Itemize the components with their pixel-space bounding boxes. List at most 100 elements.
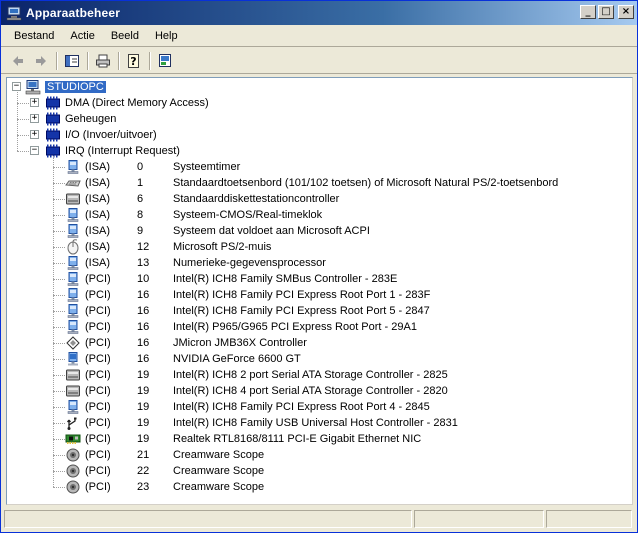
tree-connector <box>53 156 54 487</box>
tree-connector <box>53 327 65 328</box>
irq-number: 22 <box>137 465 150 477</box>
console-tree-icon <box>65 54 79 67</box>
irq-number: 19 <box>137 369 150 381</box>
expander-category[interactable]: − <box>30 146 39 155</box>
device-name: Creamware Scope <box>173 465 265 477</box>
irq-device-item[interactable]: (ISA) 9 Systeem dat voldoet aan Microsoft … <box>65 223 370 239</box>
irq-device-item[interactable]: (PCI) 16 Intel(R) P965/G965 PCI Express Ro… <box>65 319 417 335</box>
show-console-tree-button[interactable] <box>61 51 83 71</box>
irq-device-item[interactable]: (PCI) 16 JMicron JMB36X Controller <box>65 335 307 351</box>
system-device-icon <box>67 400 79 414</box>
tree-connector <box>53 423 65 424</box>
forward-button[interactable] <box>30 51 52 71</box>
resource-chip-icon <box>46 128 60 142</box>
device-name: Systeem dat voldoet aan Microsoft ACPI <box>173 225 370 237</box>
back-arrow-icon <box>13 55 23 66</box>
system-device-icon <box>67 304 79 318</box>
bus-type: (ISA) <box>85 225 111 237</box>
device-name: Intel(R) ICH8 Family USB Universal Host … <box>173 417 458 429</box>
category-label: IRQ (Interrupt Request) <box>65 145 180 157</box>
tree-connector <box>53 279 65 280</box>
menu-bar: Bestand Actie Beeld Help <box>1 25 637 47</box>
device-manager-app-icon <box>6 6 22 21</box>
bus-type: (PCI) <box>85 289 111 301</box>
usb-icon <box>66 417 77 430</box>
tree-connector <box>53 311 65 312</box>
category-label: DMA (Direct Memory Access) <box>65 97 209 109</box>
irq-number: 1 <box>137 177 144 189</box>
window-title: Apparaatbeheer <box>26 6 121 20</box>
tree-root-computer[interactable]: STUDIOPC <box>25 79 106 95</box>
irq-device-item[interactable]: (PCI) 22 Creamware Scope <box>65 463 264 479</box>
tree-category[interactable]: IRQ (Interrupt Request) <box>45 143 180 159</box>
irq-device-item[interactable]: (PCI) 16 Intel(R) ICH8 Family PCI Express … <box>65 303 430 319</box>
irq-device-item[interactable]: (ISA) 1 Standaardtoetsenbord (101/102 toet… <box>65 175 558 191</box>
device-name: Standaardtoetsenbord (101/102 toetsen) o… <box>173 177 559 189</box>
expander-root[interactable]: − <box>12 82 21 91</box>
tree-connector <box>53 231 65 232</box>
bus-type: (PCI) <box>85 385 111 397</box>
resource-chip-icon <box>46 112 60 126</box>
irq-device-item[interactable]: (PCI) 16 NVIDIA GeForce 6600 GT <box>65 351 301 367</box>
device-manager-window: Apparaatbeheer _ □ × Bestand Actie Beeld… <box>0 0 638 533</box>
print-button[interactable] <box>92 51 114 71</box>
tree-category[interactable]: DMA (Direct Memory Access) <box>45 95 209 111</box>
help-button[interactable]: ? <box>123 51 145 71</box>
system-device-icon <box>67 208 79 222</box>
irq-device-item[interactable]: (PCI) 19 Intel(R) ICH8 Family USB Universa… <box>65 415 458 431</box>
bus-type: (PCI) <box>85 369 111 381</box>
irq-device-item[interactable]: (PCI) 19 Intel(R) ICH8 4 port Serial ATA S… <box>65 383 448 399</box>
bus-type: (PCI) <box>85 465 111 477</box>
irq-device-item[interactable]: (PCI) 16 Intel(R) ICH8 Family PCI Express … <box>65 287 430 303</box>
toolbar: ? <box>1 48 637 74</box>
irq-device-item[interactable]: (PCI) 19 Intel(R) ICH8 2 port Serial ATA S… <box>65 367 448 383</box>
close-button[interactable]: × <box>618 5 634 19</box>
menu-help[interactable]: Help <box>148 28 185 44</box>
properties-button[interactable] <box>154 51 176 71</box>
device-tree[interactable]: − STUDIOPC + DMA (Direct Memory Access) + Geh… <box>6 77 633 505</box>
device-name: Intel(R) P965/G965 PCI Express Root Port… <box>173 321 417 333</box>
device-name: Intel(R) ICH8 Family SMBus Controller - … <box>173 273 398 285</box>
title-bar[interactable]: Apparaatbeheer _ □ × <box>1 1 637 25</box>
tree-root-label: STUDIOPC <box>45 81 106 93</box>
irq-number: 8 <box>137 209 144 221</box>
category-label: I/O (Invoer/uitvoer) <box>65 129 157 141</box>
system-device-icon <box>67 256 79 270</box>
irq-number: 16 <box>137 321 150 333</box>
irq-device-item[interactable]: (ISA) 13 Numerieke-gegevensprocessor <box>65 255 326 271</box>
menu-beeld[interactable]: Beeld <box>104 28 146 44</box>
irq-device-item[interactable]: (PCI) 10 Intel(R) ICH8 Family SMBus Contro… <box>65 271 397 287</box>
irq-device-item[interactable]: (PCI) 19 Intel(R) ICH8 Family PCI Express … <box>65 399 430 415</box>
expander-category[interactable]: + <box>30 130 39 139</box>
irq-number: 13 <box>137 257 150 269</box>
irq-device-item[interactable]: (PCI) 23 Creamware Scope <box>65 479 264 495</box>
tree-connector <box>17 92 18 151</box>
tree-connector <box>53 359 65 360</box>
maximize-button[interactable]: □ <box>598 5 614 19</box>
irq-device-item[interactable]: (ISA) 0 Systeemtimer <box>65 159 240 175</box>
menu-bestand[interactable]: Bestand <box>7 28 61 44</box>
irq-number: 10 <box>137 273 150 285</box>
irq-device-item[interactable]: (PCI) 21 Creamware Scope <box>65 447 264 463</box>
keyboard-icon <box>65 180 81 187</box>
irq-device-item[interactable]: (PCI) 19 Realtek RTL8168/8111 PCI-E Gigabi… <box>65 431 421 447</box>
bus-type: (PCI) <box>85 321 111 333</box>
irq-number: 19 <box>137 385 150 397</box>
irq-device-item[interactable]: (ISA) 6 Standaarddiskettestationcontroller <box>65 191 339 207</box>
tree-category[interactable]: Geheugen <box>45 111 116 127</box>
menu-actie[interactable]: Actie <box>63 28 101 44</box>
device-name: Microsoft PS/2-muis <box>173 241 272 253</box>
minimize-button[interactable]: _ <box>580 5 596 19</box>
back-button[interactable] <box>7 51 29 71</box>
tree-category[interactable]: I/O (Invoer/uitvoer) <box>45 127 157 143</box>
expander-category[interactable]: + <box>30 98 39 107</box>
irq-device-item[interactable]: (ISA) 12 Microsoft PS/2-muis <box>65 239 271 255</box>
resource-chip-icon <box>46 96 60 110</box>
disk-controller-icon <box>66 193 80 205</box>
irq-device-item[interactable]: (ISA) 8 Systeem-CMOS/Real-timeklok <box>65 207 322 223</box>
bus-type: (PCI) <box>85 481 111 493</box>
status-cell-3 <box>546 510 632 528</box>
irq-number: 9 <box>137 225 144 237</box>
expander-category[interactable]: + <box>30 114 39 123</box>
device-name: Intel(R) ICH8 Family PCI Express Root Po… <box>173 401 430 413</box>
